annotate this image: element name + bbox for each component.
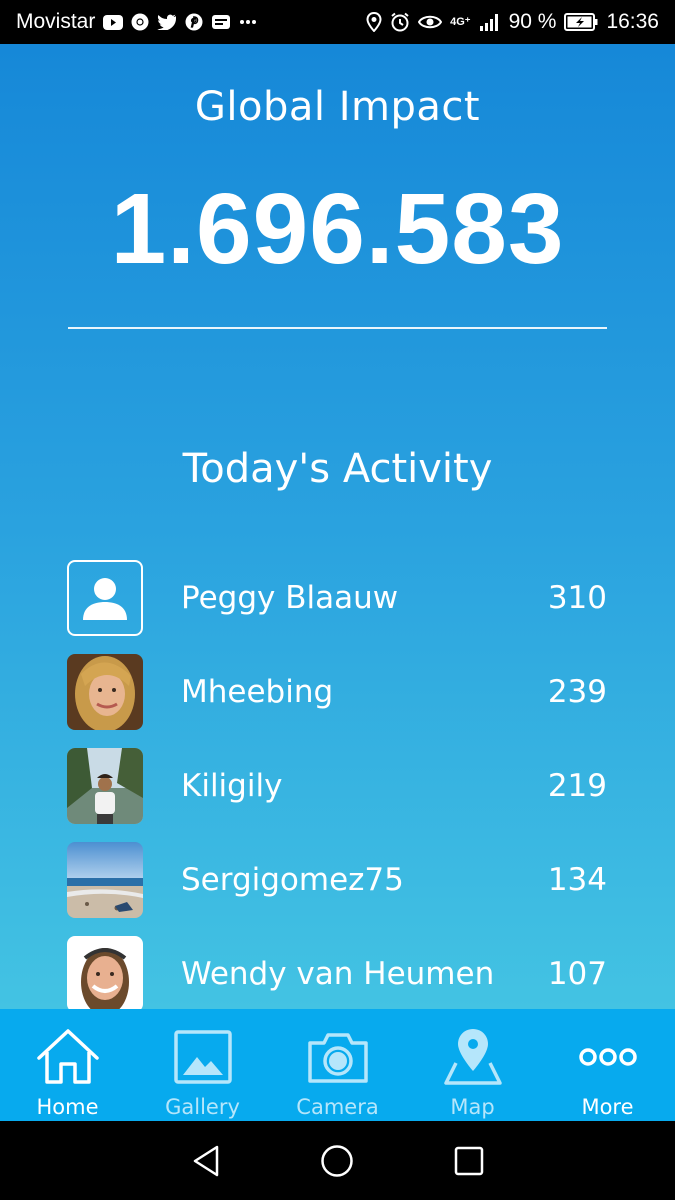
global-impact-value: 1.696.583 (110, 173, 565, 285)
tab-label: Camera (296, 1095, 379, 1119)
home-circle-icon[interactable] (307, 1131, 367, 1191)
clock: 16:36 (606, 10, 659, 33)
tab-label: More (581, 1095, 634, 1119)
tab-map[interactable]: Map (405, 1009, 540, 1121)
user-score: 107 (547, 956, 607, 992)
twitter-icon (157, 14, 177, 30)
gallery-icon (173, 1027, 233, 1087)
more-icon (578, 1027, 637, 1087)
activity-row[interactable]: Sergigomez75 134 (67, 833, 607, 927)
chrome-icon (131, 13, 149, 31)
eye-icon (418, 14, 443, 30)
activity-row[interactable]: Wendy van Heumen 107 (67, 927, 607, 1021)
tab-label: Map (450, 1095, 495, 1119)
tab-label: Home (36, 1095, 99, 1119)
battery-icon (564, 13, 598, 31)
battery-percent: 90 % (508, 10, 557, 33)
tab-label: Gallery (165, 1095, 240, 1119)
back-icon[interactable] (176, 1131, 236, 1191)
alarm-icon (390, 12, 410, 32)
message-icon (211, 14, 231, 30)
network-type: 4G⁺ (450, 15, 471, 28)
activity-list: Peggy Blaauw 310 Mheebing 239 Kiligily 2… (67, 551, 607, 1021)
avatar-photo[interactable] (67, 654, 143, 730)
user-name[interactable]: Peggy Blaauw (181, 580, 527, 616)
avatar-photo[interactable] (67, 936, 143, 1012)
tab-bar: Home Gallery Camera Map More (0, 1009, 675, 1121)
main-content: Global Impact 1.696.583 Today's Activity… (0, 44, 675, 1012)
activity-row[interactable]: Peggy Blaauw 310 (67, 551, 607, 645)
user-name[interactable]: Mheebing (181, 674, 527, 710)
activity-row[interactable]: Mheebing 239 (67, 645, 607, 739)
system-nav-bar (0, 1121, 675, 1200)
activity-row[interactable]: Kiligily 219 (67, 739, 607, 833)
more-dots-icon (239, 19, 257, 25)
tab-more[interactable]: More (540, 1009, 675, 1121)
user-name[interactable]: Kiligily (181, 768, 527, 804)
avatar-photo[interactable] (67, 842, 143, 918)
status-left: Movistar (16, 10, 257, 34)
divider (68, 327, 607, 329)
pinterest-icon (185, 13, 203, 31)
home-icon (35, 1027, 101, 1087)
carrier-name: Movistar (16, 10, 96, 33)
placeholder-person-icon[interactable] (67, 560, 143, 636)
todays-activity-title: Today's Activity (182, 446, 493, 492)
avatar-photo[interactable] (67, 748, 143, 824)
tab-camera[interactable]: Camera (270, 1009, 405, 1121)
user-name[interactable]: Sergigomez75 (181, 862, 527, 898)
location-icon (366, 12, 382, 32)
map-pin-icon (442, 1027, 504, 1087)
user-name[interactable]: Wendy van Heumen (181, 956, 527, 992)
user-score: 134 (547, 862, 607, 898)
status-bar: Movistar 4G⁺ 90 % 16:36 (0, 0, 675, 44)
youtube-icon (103, 14, 124, 30)
recents-icon[interactable] (439, 1131, 499, 1191)
user-score: 310 (547, 580, 607, 616)
tab-home[interactable]: Home (0, 1009, 135, 1121)
tab-gallery[interactable]: Gallery (135, 1009, 270, 1121)
user-score: 219 (547, 768, 607, 804)
signal-icon (479, 12, 501, 32)
user-score: 239 (547, 674, 607, 710)
status-right: 4G⁺ 90 % 16:36 (366, 10, 659, 34)
camera-icon (306, 1027, 370, 1087)
global-impact-title: Global Impact (194, 84, 481, 130)
